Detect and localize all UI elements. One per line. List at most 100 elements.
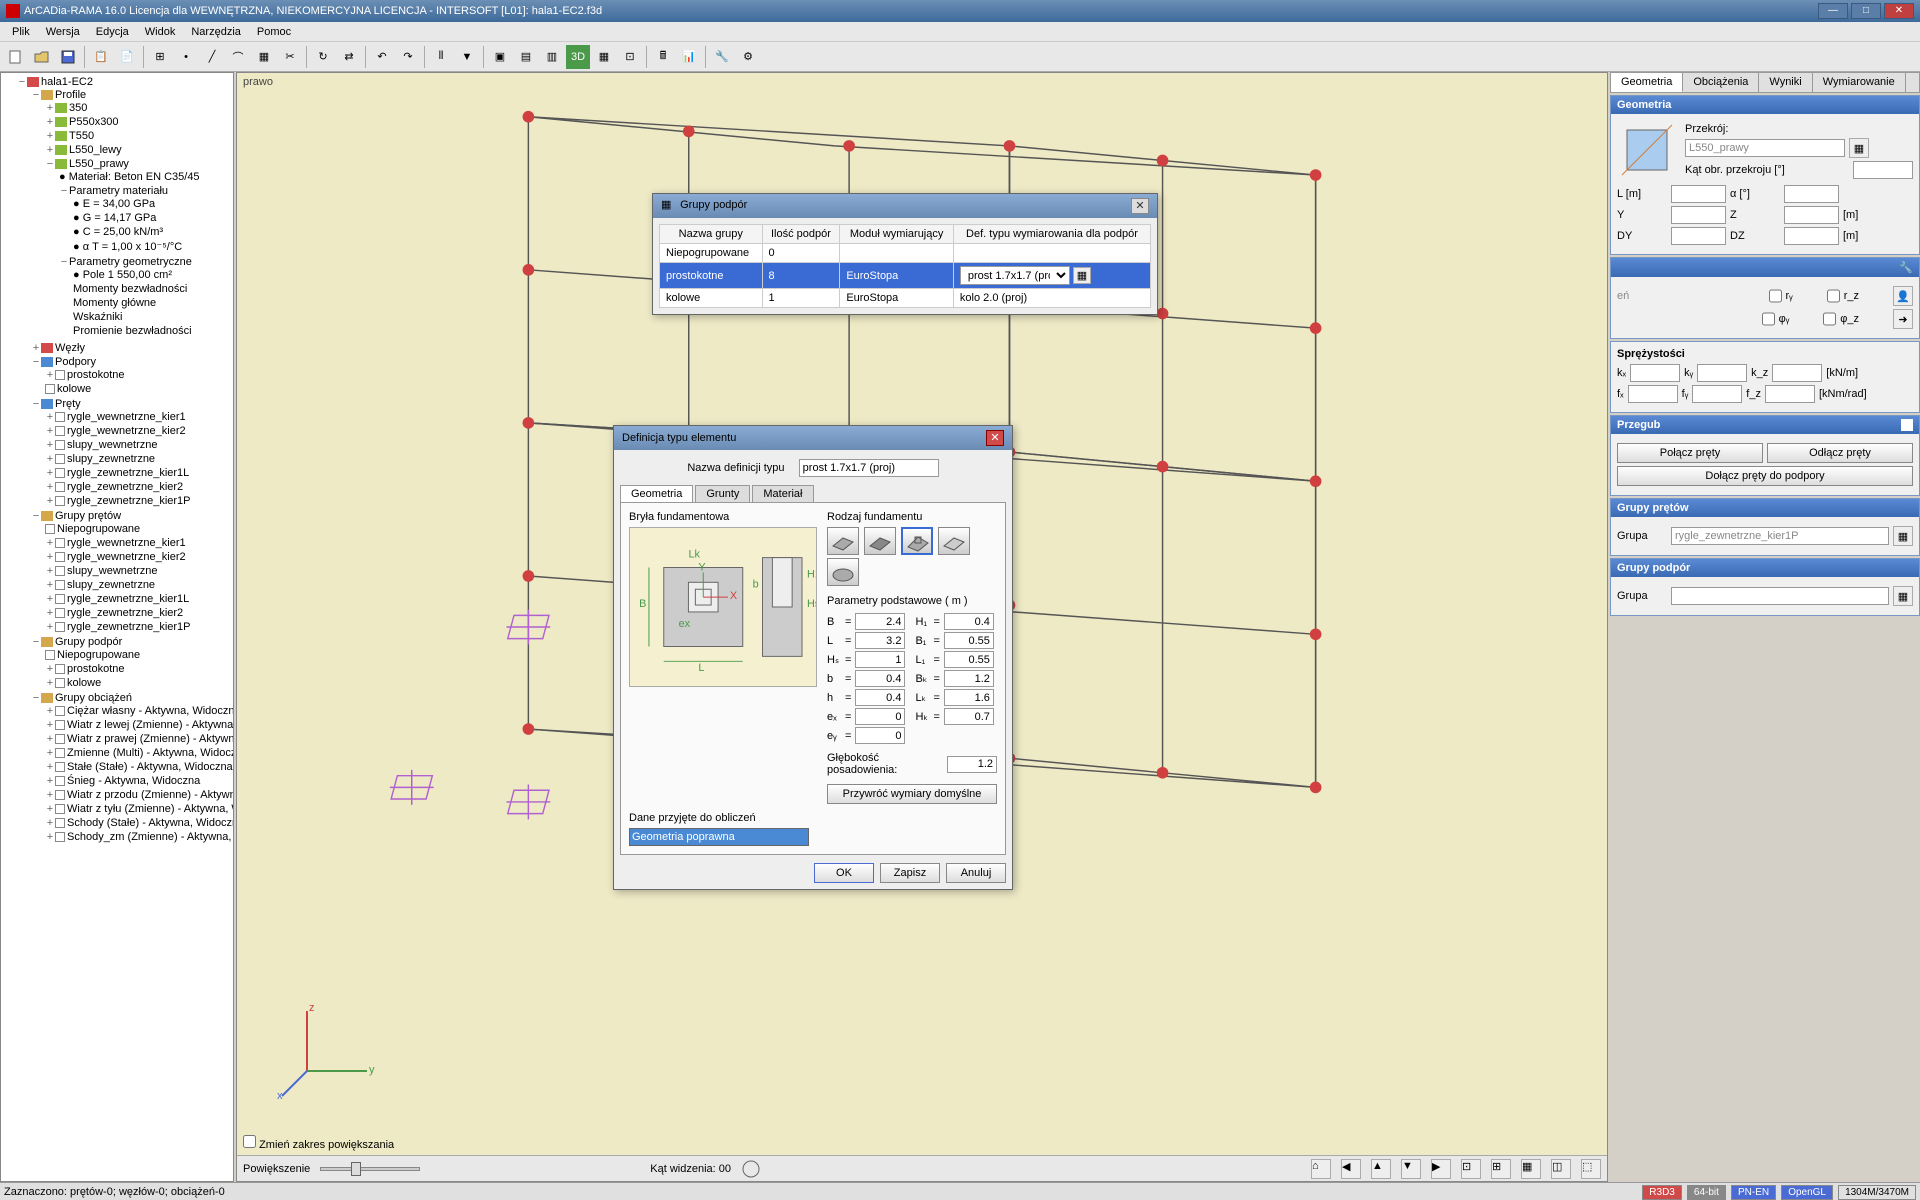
kat-input[interactable]	[1853, 161, 1913, 179]
tree-gpod[interactable]: Grupy podpór	[55, 636, 122, 648]
pb-i[interactable]	[855, 670, 905, 687]
tree-p550x300[interactable]: P550x300	[69, 116, 119, 128]
tree-rzk1l[interactable]: rygle_zewnetrzne_kier1L	[67, 467, 189, 479]
tree-rwk2[interactable]: rygle_wewnetrzne_kier2	[67, 425, 186, 437]
dlg1-row2[interactable]: prostokotne8EuroStopaprost 1.7x1.7 (proj…	[660, 263, 1151, 289]
tree-o5[interactable]: Stałe (Stałe) - Aktywna, Widoczna	[67, 761, 233, 773]
maximize-button[interactable]: □	[1851, 3, 1881, 19]
tree-rwk1[interactable]: rygle_wewnetrzne_kier1	[67, 411, 186, 423]
tb-v4[interactable]: ▦	[592, 45, 616, 69]
tree-o6[interactable]: Śnieg - Aktywna, Widoczna	[67, 775, 200, 787]
gpodpor-btn[interactable]: ▦	[1893, 586, 1913, 606]
bb-1[interactable]: ⊡	[1461, 1159, 1481, 1179]
tree-l550lewy[interactable]: L550_lewy	[69, 144, 122, 156]
ok-btn[interactable]: OK	[814, 863, 874, 883]
tree-gp-sz[interactable]: slupy_zewnetrzne	[67, 579, 155, 591]
tree-gp-rzk2[interactable]: rygle_zewnetrzne_kier2	[67, 607, 183, 619]
tree-gp-rwk1[interactable]: rygle_wewnetrzne_kier1	[67, 537, 186, 549]
bb-up[interactable]: ▲	[1371, 1159, 1391, 1179]
tree-o1[interactable]: Ciężar własny - Aktywna, Widoczna	[67, 705, 234, 717]
person-btn[interactable]: 👤	[1893, 286, 1913, 306]
tb-undo[interactable]: ↶	[370, 45, 394, 69]
dlg2-tab-geom[interactable]: Geometria	[620, 485, 693, 502]
DZ-input[interactable]	[1784, 227, 1839, 245]
bb-left[interactable]: ◀	[1341, 1159, 1361, 1179]
anuluj-btn[interactable]: Anuluj	[946, 863, 1006, 883]
dlg1-r2-btn[interactable]: ▦	[1073, 267, 1091, 284]
tb-bars[interactable]: ⦀	[429, 45, 453, 69]
dlg1-row1[interactable]: Niepogrupowane0	[660, 244, 1151, 263]
tb-report[interactable]: 📊	[677, 45, 701, 69]
shape-5[interactable]	[827, 558, 859, 586]
tb-3d[interactable]: 3D	[566, 45, 590, 69]
a-input[interactable]	[1784, 185, 1839, 203]
tree-material[interactable]: Materiał: Beton EN C35/45	[69, 171, 200, 183]
shape-3[interactable]	[901, 527, 933, 555]
zapisz-btn[interactable]: Zapisz	[880, 863, 940, 883]
close-button[interactable]: ✕	[1884, 3, 1914, 19]
tree-mg[interactable]: Momenty główne	[73, 297, 156, 309]
tab-wymiarowanie[interactable]: Wymiarowanie	[1813, 73, 1906, 92]
fx-i[interactable]	[1628, 385, 1678, 403]
tree-p350[interactable]: 350	[69, 102, 87, 114]
tab-obciazenia[interactable]: Obciążenia	[1683, 73, 1759, 92]
menu-wersja[interactable]: Wersja	[38, 24, 88, 40]
pey-i[interactable]	[855, 727, 905, 744]
pex-i[interactable]	[855, 708, 905, 725]
tree-pb[interactable]: Promienie bezwładności	[73, 325, 192, 337]
przekroj-select[interactable]	[1685, 139, 1845, 157]
tree-o9[interactable]: Schody (Stałe) - Aktywna, Widoczna	[67, 817, 234, 829]
tree-pmat[interactable]: Parametry materiału	[69, 185, 168, 197]
chk-fy[interactable]	[1762, 310, 1775, 328]
tree-gp-sw[interactable]: slupy_wewnetrzne	[67, 565, 158, 577]
Z-input[interactable]	[1784, 206, 1839, 224]
tree-wezly[interactable]: Węzły	[55, 342, 85, 354]
tree-rzk2[interactable]: rygle_zewnetrzne_kier2	[67, 481, 183, 493]
Y-input[interactable]	[1671, 206, 1726, 224]
tree-kolo[interactable]: kolowe	[57, 383, 91, 395]
pBk-i[interactable]	[944, 670, 994, 687]
polacz-btn[interactable]: Połącz pręty	[1617, 443, 1763, 463]
menu-pomoc[interactable]: Pomoc	[249, 24, 299, 40]
pL-i[interactable]	[855, 632, 905, 649]
L-input[interactable]	[1671, 185, 1726, 203]
tb-tool1[interactable]: ▦	[252, 45, 276, 69]
panel-tool-icon[interactable]: 🔧	[1899, 261, 1913, 274]
dialog-definicja-typu[interactable]: Definicja typu elementu✕ Nazwa definicji…	[613, 425, 1013, 890]
ky-i[interactable]	[1697, 364, 1747, 382]
tree-o7[interactable]: Wiatr z przodu (Zmienne) - Aktywna, Wido…	[67, 789, 234, 801]
dlg2-tab-grunty[interactable]: Grunty	[695, 485, 750, 502]
tb-copy[interactable]: 📋	[89, 45, 113, 69]
dlg1-r2-sel[interactable]: prost 1.7x1.7 (proj)	[960, 266, 1070, 285]
bb-down[interactable]: ▼	[1401, 1159, 1421, 1179]
tb-open[interactable]	[30, 45, 54, 69]
tree-gpod-niep[interactable]: Niepogrupowane	[57, 649, 140, 661]
menu-edycja[interactable]: Edycja	[88, 24, 137, 40]
pLk-i[interactable]	[944, 689, 994, 706]
tree-mb[interactable]: Momenty bezwładności	[73, 283, 187, 295]
tb-paste[interactable]: 📄	[115, 45, 139, 69]
chk-fz[interactable]	[1823, 310, 1836, 328]
menu-widok[interactable]: Widok	[137, 24, 184, 40]
tb-filter[interactable]: ▼	[455, 45, 479, 69]
gpretow-select[interactable]	[1671, 527, 1889, 545]
tb-settings[interactable]: ⚙	[736, 45, 760, 69]
fy-i[interactable]	[1692, 385, 1742, 403]
tree-prety[interactable]: Pręty	[55, 398, 81, 410]
tb-calc[interactable]: 🖩	[651, 45, 675, 69]
pB-i[interactable]	[855, 613, 905, 630]
pL1-i[interactable]	[944, 651, 994, 668]
dlg2-close[interactable]: ✕	[986, 430, 1004, 446]
tree-o10[interactable]: Schody_zm (Zmienne) - Aktywna, Widoczna	[67, 831, 234, 843]
tb-node[interactable]: •	[174, 45, 198, 69]
tb-new[interactable]	[4, 45, 28, 69]
tab-wyniki[interactable]: Wyniki	[1759, 73, 1812, 92]
tree-rzk1p[interactable]: rygle_zewnetrzne_kier1P	[67, 495, 191, 507]
chk-ry[interactable]	[1769, 287, 1782, 305]
dolacz-btn[interactable]: Dołącz pręty do podpory	[1617, 466, 1913, 486]
shape-2[interactable]	[864, 527, 896, 555]
tb-v5[interactable]: ⊡	[618, 45, 642, 69]
minimize-button[interactable]: —	[1818, 3, 1848, 19]
tree-podpory[interactable]: Podpory	[55, 356, 96, 368]
tb-rotate[interactable]: ↻	[311, 45, 335, 69]
